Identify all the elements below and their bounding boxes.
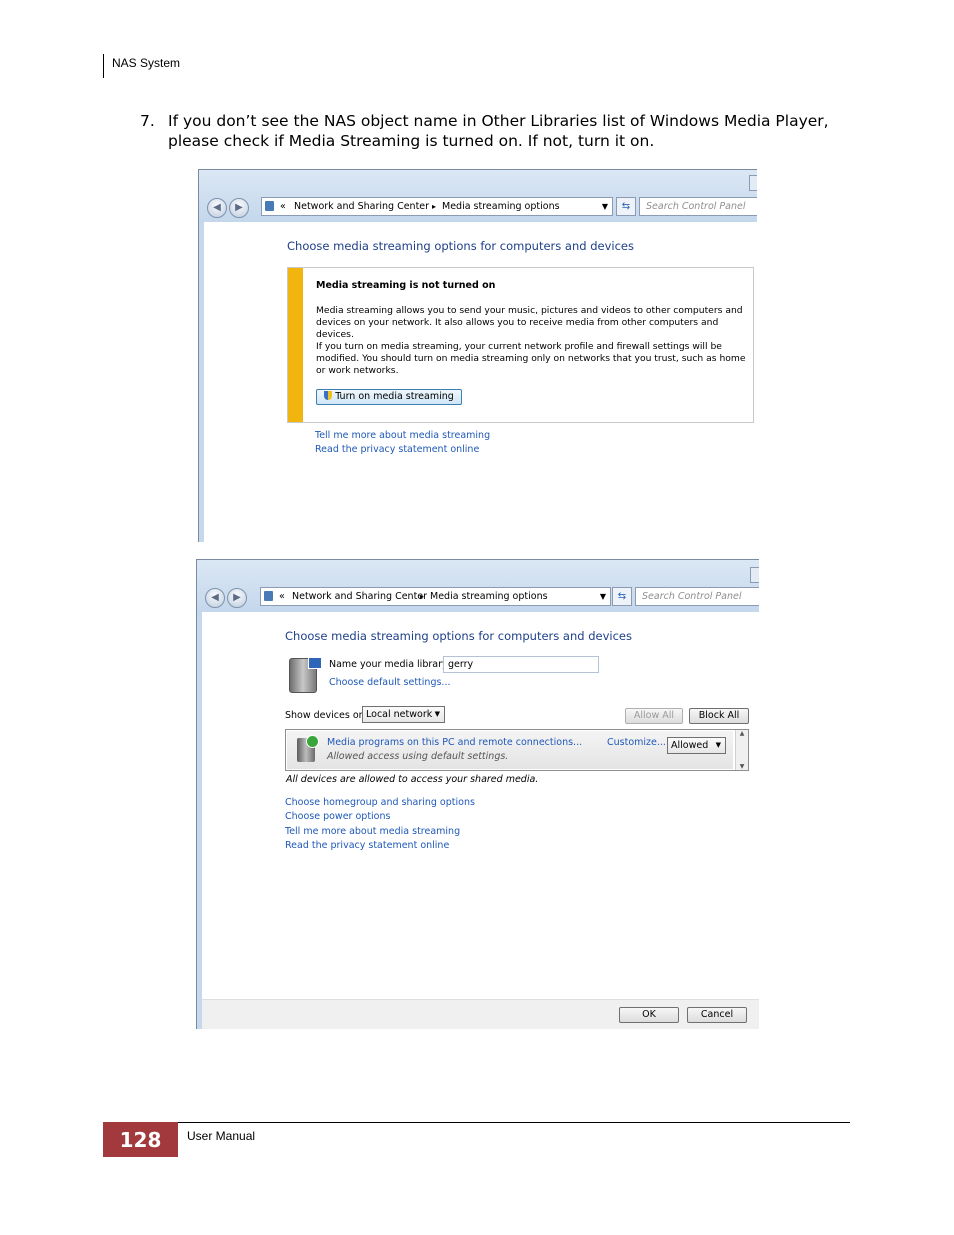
shield-icon bbox=[324, 391, 333, 400]
show-devices-label: Show devices on: bbox=[285, 710, 368, 721]
show-devices-value: Local network bbox=[366, 709, 433, 720]
address-bar[interactable]: « Network and Sharing Center ▸ Media str… bbox=[260, 587, 611, 606]
notice-title: Media streaming is not turned on bbox=[316, 280, 496, 291]
allow-all-button[interactable]: Allow All bbox=[625, 708, 683, 724]
device-row[interactable]: Media programs on this PC and remote con… bbox=[287, 731, 733, 769]
forward-icon[interactable]: ▶ bbox=[227, 588, 247, 608]
privacy-statement-link[interactable]: Read the privacy statement online bbox=[285, 840, 449, 851]
search-input[interactable]: Search Control Panel bbox=[639, 197, 757, 216]
chevron-down-icon: ▼ bbox=[715, 741, 721, 749]
window-control-button[interactable] bbox=[749, 175, 757, 191]
breadcrumb-current[interactable]: Media streaming options bbox=[430, 588, 548, 605]
breadcrumb-overflow[interactable]: « bbox=[279, 588, 285, 605]
breadcrumb-current[interactable]: Media streaming options bbox=[442, 198, 560, 215]
cancel-button[interactable]: Cancel bbox=[687, 1007, 747, 1023]
media-device-icon bbox=[289, 657, 322, 693]
device-permission-select[interactable]: Allowed ▼ bbox=[667, 737, 726, 754]
chevron-down-icon[interactable]: ▼ bbox=[602, 198, 608, 215]
network-icon bbox=[265, 201, 274, 211]
chevron-down-icon: ▼ bbox=[434, 710, 440, 718]
ok-button[interactable]: OK bbox=[619, 1007, 679, 1023]
library-name-field[interactable]: gerry bbox=[443, 656, 599, 673]
screenshot-window-2: ◀ ▶ « Network and Sharing Center ▸ Media… bbox=[196, 559, 759, 1029]
show-devices-select[interactable]: Local network ▼ bbox=[362, 706, 445, 723]
window-frame-left bbox=[197, 612, 202, 1029]
back-icon[interactable]: ◀ bbox=[207, 198, 227, 218]
privacy-statement-link[interactable]: Read the privacy statement online bbox=[315, 444, 479, 455]
address-bar[interactable]: « Network and Sharing Center ▸ Media str… bbox=[261, 197, 613, 216]
breadcrumb-network-sharing[interactable]: Network and Sharing Center bbox=[294, 198, 429, 215]
scroll-up-icon[interactable]: ▲ bbox=[736, 730, 748, 737]
tell-me-more-link[interactable]: Tell me more about media streaming bbox=[285, 826, 460, 837]
tell-me-more-link[interactable]: Tell me more about media streaming bbox=[315, 430, 490, 441]
running-footer: User Manual bbox=[187, 1129, 256, 1143]
block-all-button[interactable]: Block All bbox=[689, 708, 749, 724]
scroll-down-icon[interactable]: ▼ bbox=[736, 763, 748, 770]
notice-paragraph-1: Media streaming allows you to send your … bbox=[316, 305, 743, 340]
refresh-icon[interactable]: ⇆ bbox=[616, 197, 636, 216]
turn-on-label: Turn on media streaming bbox=[335, 391, 454, 402]
network-icon bbox=[264, 591, 273, 601]
media-device-icon bbox=[297, 735, 319, 762]
choose-default-settings-link[interactable]: Choose default settings... bbox=[329, 677, 450, 688]
screenshot-window-1: ◀ ▶ « Network and Sharing Center ▸ Media… bbox=[198, 169, 757, 542]
device-list: Media programs on this PC and remote con… bbox=[285, 729, 749, 771]
list-scrollbar[interactable]: ▲ ▼ bbox=[735, 730, 748, 770]
breadcrumb-overflow[interactable]: « bbox=[280, 198, 286, 215]
device-permission-value: Allowed bbox=[671, 740, 709, 751]
page-number: 128 bbox=[103, 1122, 178, 1157]
search-input[interactable]: Search Control Panel bbox=[635, 587, 759, 606]
window-control-button[interactable] bbox=[750, 567, 759, 583]
window-frame-left bbox=[199, 222, 204, 542]
notice-panel: Media streaming is not turned on Media s… bbox=[287, 267, 754, 423]
chevron-down-icon[interactable]: ▼ bbox=[600, 588, 606, 605]
homegroup-link[interactable]: Choose homegroup and sharing options bbox=[285, 797, 475, 808]
step-text: If you don’t see the NAS object name in … bbox=[168, 112, 829, 150]
breadcrumb-arrow-icon[interactable]: ▸ bbox=[432, 198, 436, 215]
page-heading: Choose media streaming options for compu… bbox=[287, 239, 634, 253]
running-header: NAS System bbox=[112, 56, 181, 70]
refresh-icon[interactable]: ⇆ bbox=[612, 587, 632, 606]
page-heading: Choose media streaming options for compu… bbox=[285, 629, 632, 643]
notice-paragraph-2: If you turn on media streaming, your cur… bbox=[316, 341, 746, 376]
back-icon[interactable]: ◀ bbox=[205, 588, 225, 608]
play-icon bbox=[306, 735, 319, 748]
warning-bar bbox=[288, 268, 303, 422]
breadcrumb-network-sharing[interactable]: Network and Sharing Center bbox=[292, 588, 427, 605]
step-number: 7. bbox=[140, 112, 155, 130]
forward-icon[interactable]: ▶ bbox=[229, 198, 249, 218]
device-status: Allowed access using default settings. bbox=[327, 751, 509, 762]
breadcrumb-arrow-icon[interactable]: ▸ bbox=[420, 588, 424, 605]
device-name-link[interactable]: Media programs on this PC and remote con… bbox=[327, 737, 582, 748]
power-options-link[interactable]: Choose power options bbox=[285, 811, 390, 822]
library-name-label: Name your media library: bbox=[329, 659, 451, 670]
all-devices-note: All devices are allowed to access your s… bbox=[286, 774, 539, 785]
footer-rule bbox=[103, 1122, 850, 1123]
header-rule bbox=[103, 54, 104, 78]
customize-link[interactable]: Customize... bbox=[607, 737, 666, 748]
turn-on-media-streaming-button[interactable]: Turn on media streaming bbox=[316, 389, 462, 405]
